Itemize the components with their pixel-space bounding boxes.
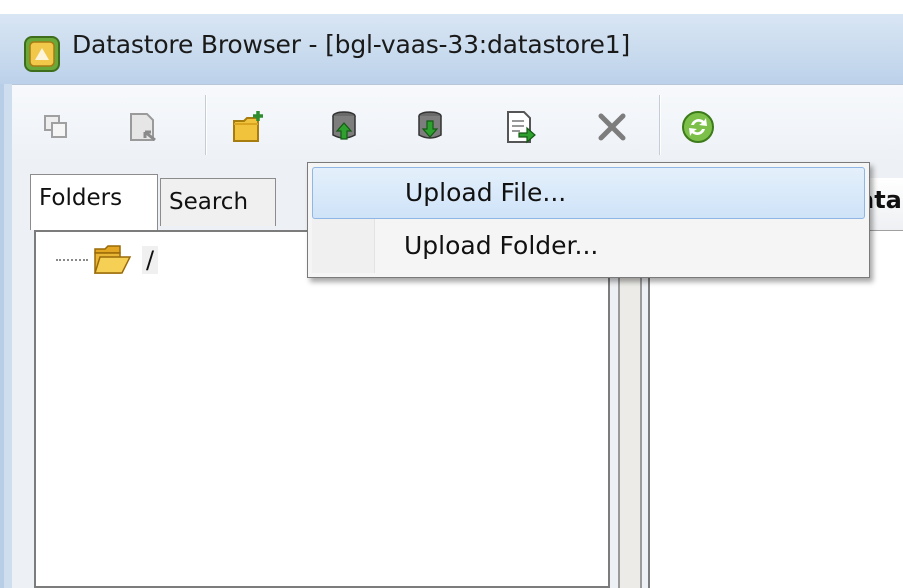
toolbar <box>12 84 903 163</box>
upload-icon <box>332 111 356 140</box>
download-button[interactable] <box>408 105 452 149</box>
delete-icon <box>598 113 626 141</box>
copy-button[interactable] <box>34 105 78 149</box>
title-bar[interactable]: Datastore Browser - [bgl-vaas-33:datasto… <box>0 14 903 84</box>
move-button[interactable] <box>120 105 164 149</box>
new-folder-button[interactable] <box>226 105 270 149</box>
tree-connector <box>56 259 88 261</box>
tab-search[interactable]: Search <box>160 178 276 226</box>
refresh-button[interactable] <box>676 105 720 149</box>
toolbar-separator <box>659 95 660 155</box>
tree-item-root[interactable]: / <box>56 240 159 280</box>
window-left-border-inner <box>4 84 12 588</box>
move-icon <box>130 113 156 142</box>
download-icon <box>418 111 442 139</box>
register-vm-button[interactable] <box>498 105 542 149</box>
file-list[interactable] <box>648 230 903 588</box>
upload-button[interactable] <box>322 105 366 149</box>
tree-item-label: / <box>142 246 159 274</box>
folder-tree[interactable]: / <box>34 230 610 588</box>
menu-item-upload-file[interactable]: Upload File... <box>312 167 865 219</box>
upload-menu: Upload File... Upload Folder... <box>307 162 870 278</box>
window-title: Datastore Browser - [bgl-vaas-33:datasto… <box>72 30 630 59</box>
toolbar-separator <box>205 95 206 155</box>
delete-button[interactable] <box>590 105 634 149</box>
open-folder-icon <box>93 245 132 274</box>
panel-splitter[interactable] <box>618 260 642 588</box>
register-vm-icon <box>507 111 536 144</box>
datastore-app-icon <box>24 36 60 72</box>
tab-folders[interactable]: Folders <box>30 174 158 230</box>
menu-item-upload-folder[interactable]: Upload Folder... <box>312 221 865 273</box>
refresh-icon <box>682 111 714 143</box>
datastore-browser-window: Datastore Browser - [bgl-vaas-33:datasto… <box>0 0 903 588</box>
new-folder-icon <box>233 111 263 142</box>
copy-icon <box>44 115 67 138</box>
title-strip-top <box>0 0 903 14</box>
